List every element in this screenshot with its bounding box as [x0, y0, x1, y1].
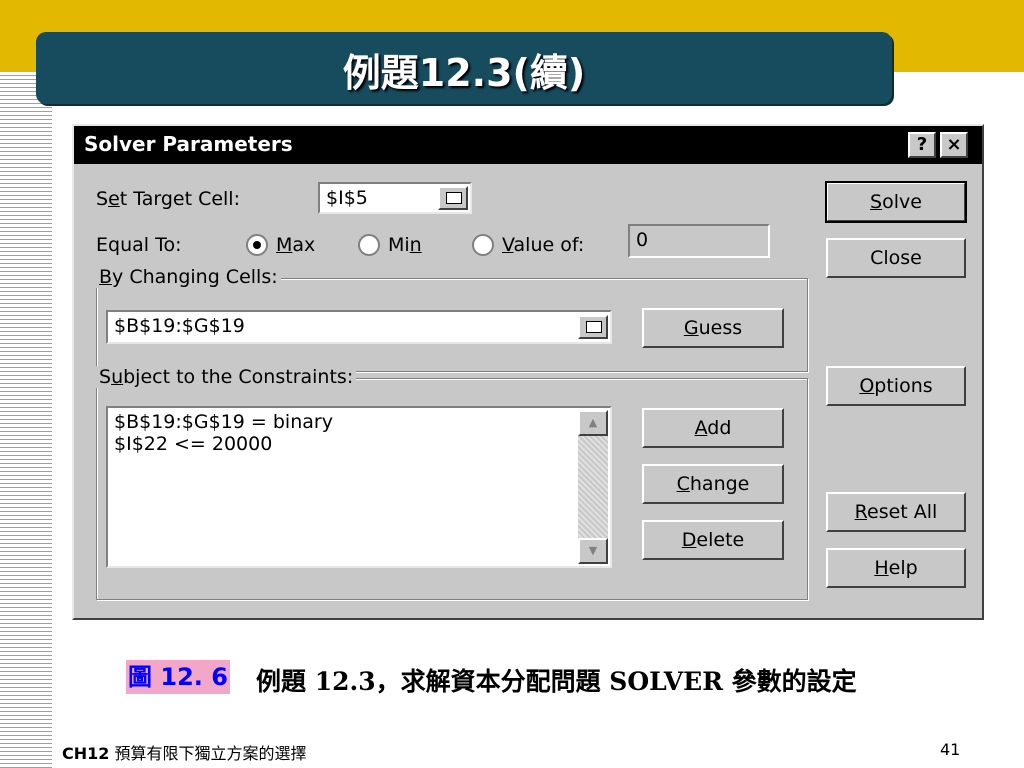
changing-cells-label: By Changing Cells:	[96, 266, 281, 288]
equal-to-label: Equal To:	[96, 234, 182, 256]
close-icon[interactable]: ×	[940, 132, 968, 158]
page-number: 41	[940, 740, 961, 759]
reset-all-button[interactable]: Reset All	[826, 492, 966, 532]
solve-button[interactable]: Solve	[825, 181, 967, 223]
change-button[interactable]: Change	[642, 464, 784, 504]
slide-title: 例題12.3(續)	[342, 51, 586, 95]
radio-value-of-label: Value of:	[502, 234, 585, 256]
guess-button[interactable]: Guess	[642, 308, 784, 348]
radio-value-of[interactable]	[472, 234, 494, 256]
target-cell-collapse-icon[interactable]	[438, 186, 468, 210]
slide-title-bar: 例題12.3(續)	[36, 32, 892, 104]
radio-max[interactable]	[246, 234, 268, 256]
figure-caption-text: 例題 12.3，求解資本分配問題 SOLVER 參數的設定	[256, 667, 857, 696]
constraints-list[interactable]: $B$19:$G$19 = binary $I$22 <= 20000	[106, 406, 612, 568]
scroll-down-icon[interactable]: ▼	[578, 538, 608, 564]
figure-number: 圖 12. 6	[126, 660, 230, 694]
close-button[interactable]: Close	[826, 238, 966, 278]
add-button[interactable]: Add	[642, 408, 784, 448]
constraints-label: Subject to the Constraints:	[96, 366, 357, 388]
solver-parameters-dialog: Solver Parameters ? × Set Target Cell: $…	[72, 124, 984, 620]
dialog-title-bar: Solver Parameters ? ×	[74, 126, 982, 164]
list-item[interactable]: $B$19:$G$19 = binary	[114, 411, 604, 433]
help-question-button[interactable]: ?	[908, 132, 936, 158]
list-item[interactable]: $I$22 <= 20000	[114, 433, 604, 455]
scroll-up-icon[interactable]: ▲	[578, 410, 608, 436]
radio-max-label: Max	[276, 234, 316, 256]
radio-min[interactable]	[358, 234, 380, 256]
changing-cells-input[interactable]: $B$19:$G$19	[106, 310, 612, 344]
help-button[interactable]: Help	[826, 548, 966, 588]
set-target-cell-label: Set Target Cell:	[96, 188, 240, 210]
delete-button[interactable]: Delete	[642, 520, 784, 560]
left-striped-decoration	[0, 72, 52, 768]
footer-chapter-title: CH12 預算有限下獨立方案的選擇	[62, 744, 307, 763]
dialog-title: Solver Parameters	[84, 132, 293, 156]
radio-min-label: Min	[388, 234, 422, 256]
changing-cells-collapse-icon[interactable]	[578, 315, 608, 339]
options-button[interactable]: Options	[826, 366, 966, 406]
value-of-input[interactable]: 0	[628, 224, 770, 258]
